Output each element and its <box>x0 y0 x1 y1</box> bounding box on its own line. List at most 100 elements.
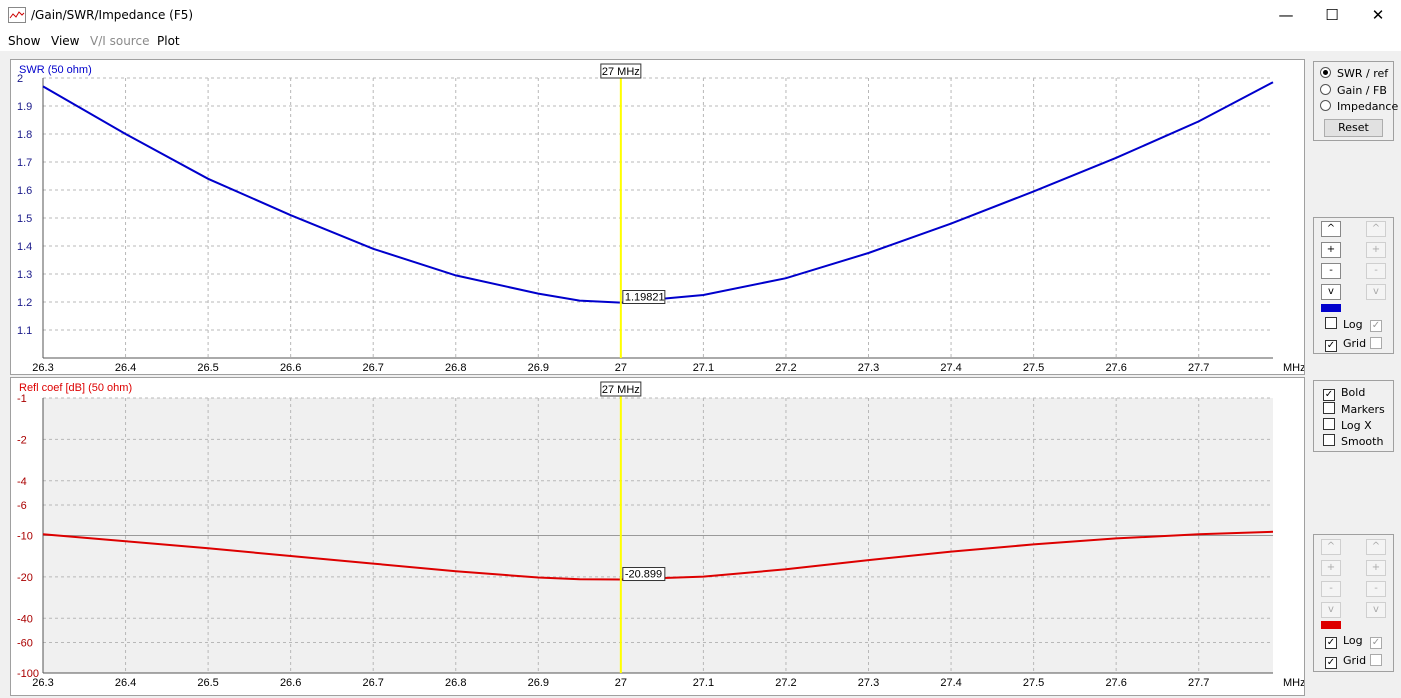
reset-button[interactable]: Reset <box>1324 119 1383 137</box>
swr-scale2-down-button[interactable]: v <box>1366 284 1386 300</box>
radio-impedance[interactable]: Impedance <box>1320 100 1398 114</box>
x-tick-label: 27.1 <box>693 362 714 374</box>
refl-grid-box[interactable]: ✓ <box>1325 657 1337 669</box>
refl-coef-graph[interactable]: -1 -2 -4 -6 -10 -20 -40 -60 -100 26.3 26.4 26.5 26.6… <box>10 377 1305 696</box>
menu-view[interactable]: View <box>51 34 79 48</box>
refl-log-box[interactable]: ✓ <box>1325 637 1337 649</box>
y-tick-label: 1.4 <box>17 241 32 253</box>
smooth-box[interactable] <box>1323 434 1335 446</box>
radio-gain-dot[interactable] <box>1320 84 1331 95</box>
swr-scale-down-button[interactable]: v <box>1321 284 1341 300</box>
x-tick-label: 26.6 <box>280 677 301 689</box>
swr-log-checkbox[interactable]: Log <box>1325 317 1363 331</box>
x-tick-label: 27.4 <box>940 677 961 689</box>
x-tick-label: 26.4 <box>115 362 136 374</box>
refl-scale-minus-button[interactable]: - <box>1321 581 1341 597</box>
refl-scale-plus-button[interactable]: + <box>1321 560 1341 576</box>
title-bar: /Gain/SWR/Impedance (F5) — ☐ ✕ <box>0 0 1401 31</box>
x-tick-label: 26.5 <box>197 362 218 374</box>
x-tick-label: 26.4 <box>115 677 136 689</box>
refl-grid-label: Grid <box>1343 654 1367 667</box>
swr-scale-plus-button[interactable]: + <box>1321 242 1341 258</box>
series-line <box>42 81 1274 304</box>
refl-log-checkbox[interactable]: ✓ Log <box>1325 634 1363 649</box>
refl-color-swatch[interactable] <box>1321 621 1341 629</box>
radio-gain[interactable]: Gain / FB <box>1320 84 1387 98</box>
swr-scale-minus-button[interactable]: - <box>1321 263 1341 279</box>
x-tick-label: 27.7 <box>1188 677 1209 689</box>
smooth-checkbox[interactable]: Smooth <box>1323 434 1383 448</box>
radio-impedance-dot[interactable] <box>1320 100 1331 111</box>
markers-checkbox[interactable]: Markers <box>1323 402 1385 416</box>
swr-scale2-minus-button[interactable]: - <box>1366 263 1386 279</box>
x-tick-label: 27.5 <box>1023 362 1044 374</box>
refl-scale-down-button[interactable]: v <box>1321 602 1341 618</box>
x-tick-label: 26.9 <box>528 362 549 374</box>
menu-show[interactable]: Show <box>8 34 40 48</box>
refl-log2-box[interactable]: ✓ <box>1370 637 1382 649</box>
plot-type-panel: SWR / ref Gain / FB Impedance Reset <box>1313 61 1398 141</box>
refl-grid-checkbox[interactable]: ✓ Grid <box>1325 654 1367 669</box>
logx-label: Log X <box>1341 419 1372 432</box>
marker-value-label: -20.899 <box>625 569 662 581</box>
y-tick-label: 1.3 <box>17 269 32 281</box>
refl-chart-svg[interactable]: -1-2-4-6-10-20-40-60-10026.3 26.4 26.5 26.6… <box>11 378 1304 695</box>
swr-scale2-plus-button[interactable]: + <box>1366 242 1386 258</box>
app-icon <box>8 7 26 23</box>
refl-log2-checkbox[interactable]: ✓ <box>1370 634 1388 649</box>
x-tick-label: 27.3 <box>858 362 879 374</box>
logx-checkbox[interactable]: Log X <box>1323 418 1372 432</box>
y-tick-label: 1.2 <box>17 297 32 309</box>
y-axis-title: SWR (50 ohm) <box>19 64 92 76</box>
bold-checkbox[interactable]: ✓ Bold <box>1323 386 1366 401</box>
logx-box[interactable] <box>1323 418 1335 430</box>
y-tick-label: 1.5 <box>17 213 32 225</box>
bold-box[interactable]: ✓ <box>1323 389 1335 401</box>
refl-scale-panel: ^ + - v ^ + - v ✓ Log ✓ ✓ Grid <box>1313 534 1394 672</box>
swr-grid-checkbox[interactable]: ✓ Grid <box>1325 337 1366 352</box>
radio-swr[interactable]: SWR / ref <box>1320 67 1388 81</box>
radio-swr-label: SWR / ref <box>1337 67 1389 80</box>
swr-log2-box[interactable]: ✓ <box>1370 320 1382 332</box>
refl-scale-up-button[interactable]: ^ <box>1321 539 1341 555</box>
swr-grid2-box[interactable] <box>1370 337 1382 349</box>
swr-scale2-up-button[interactable]: ^ <box>1366 221 1386 237</box>
refl-scale2-up-button[interactable]: ^ <box>1366 539 1386 555</box>
y-tick-label: -6 <box>17 500 27 512</box>
x-tick-label: 27 <box>615 362 627 374</box>
x-tick-label: 26.3 <box>32 362 53 374</box>
smooth-label: Smooth <box>1341 435 1384 448</box>
radio-swr-dot[interactable] <box>1320 67 1331 78</box>
refl-scale2-down-button[interactable]: v <box>1366 602 1386 618</box>
x-tick-label: 27.2 <box>775 362 796 374</box>
y-tick-label: 1.8 <box>17 129 32 141</box>
maximize-button[interactable]: ☐ <box>1309 0 1355 31</box>
swr-scale-panel: ^ + - v ^ + - v Log ✓ ✓ Grid <box>1313 217 1394 354</box>
y-tick-label: -60 <box>17 637 33 649</box>
y-tick-label: -10 <box>17 531 33 543</box>
y-axis-title: Refl coef [dB] (50 ohm) <box>19 382 132 394</box>
swr-chart-svg[interactable]: 21.91.81.71.61.51.41.31.21.126.3 26.4 26.5… <box>11 60 1304 374</box>
menu-plot[interactable]: Plot <box>157 34 180 48</box>
swr-color-swatch[interactable] <box>1321 304 1341 312</box>
refl-grid2-checkbox[interactable] <box>1370 654 1388 668</box>
window-title: /Gain/SWR/Impedance (F5) <box>31 8 194 22</box>
x-tick-label: 27 <box>615 677 627 689</box>
refl-grid2-box[interactable] <box>1370 654 1382 666</box>
minimize-button[interactable]: — <box>1263 0 1309 31</box>
swr-grid-box[interactable]: ✓ <box>1325 340 1337 352</box>
menu-bar: Show View V/I source Plot <box>0 31 1401 51</box>
x-tick-label: 27.4 <box>940 362 961 374</box>
swr-scale-up-button[interactable]: ^ <box>1321 221 1341 237</box>
menu-vi-source[interactable]: V/I source <box>90 34 149 48</box>
x-tick-label: 27.5 <box>1023 677 1044 689</box>
swr-log-box[interactable] <box>1325 317 1337 329</box>
markers-box[interactable] <box>1323 402 1335 414</box>
refl-scale2-plus-button[interactable]: + <box>1366 560 1386 576</box>
refl-scale2-minus-button[interactable]: - <box>1366 581 1386 597</box>
bold-label: Bold <box>1341 386 1366 399</box>
swr-grid2-checkbox[interactable] <box>1370 337 1388 351</box>
close-button[interactable]: ✕ <box>1355 0 1401 31</box>
swr-graph[interactable]: 2 1.9 1.8 1.7 1.6 1.5 1.4 1.3 1.2 1.1 26.3 26.4 26.5… <box>10 59 1305 375</box>
swr-log2-checkbox[interactable]: ✓ <box>1370 317 1388 332</box>
